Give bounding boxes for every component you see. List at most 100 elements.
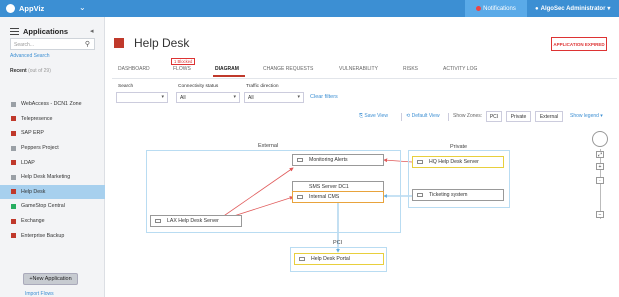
zone-toggle-private[interactable]: Private — [506, 111, 531, 122]
zoom-slider-track[interactable] — [599, 149, 601, 219]
node-help-desk-portal[interactable]: Help Desk Portal — [294, 253, 384, 265]
zone-toggle-pci[interactable]: PCI — [486, 111, 502, 122]
user-menu[interactable]: ● AlgoSec Administrator ▾ — [535, 0, 610, 17]
chevron-down-icon: ▾ — [598, 113, 603, 119]
status-square-icon — [11, 101, 16, 107]
tab-diagram[interactable]: DIAGRAM — [213, 66, 245, 77]
new-application-button[interactable]: +New Application — [23, 273, 78, 285]
appviz-logo-icon — [6, 4, 15, 13]
clear-filters-link[interactable]: Clear filters — [310, 94, 338, 100]
chevron-down-icon: ▾ — [297, 94, 300, 100]
diagram-navigation: ⤢ + · − — [592, 131, 608, 221]
collapse-icon[interactable]: ◂ — [90, 27, 94, 35]
sidebar-item[interactable]: SAP ERP — [0, 126, 105, 141]
traffic-direction-select[interactable]: All ▾ — [244, 92, 304, 103]
status-square-icon — [11, 189, 16, 195]
toolbar-divider — [401, 113, 402, 121]
sidebar-item-label: Exchange — [21, 218, 45, 225]
sidebar-item[interactable]: WebAccess - DCN1 Zone — [0, 97, 105, 112]
toolbar-divider — [448, 113, 449, 121]
advanced-search-link[interactable]: Advanced Search — [10, 53, 49, 59]
node-label: HQ Help Desk Server — [429, 159, 479, 165]
status-badge: APPLICATION EXPIRED — [551, 37, 607, 51]
zoom-out-icon[interactable]: − — [596, 211, 604, 218]
show-legend-button[interactable]: Show legend ▾ — [570, 113, 603, 119]
sidebar-item-label: Enterprise Backup — [21, 232, 65, 239]
sidebar-item-label: Help Desk Marketing — [21, 174, 71, 181]
node-lax-help-desk-server[interactable]: LAX Help Desk Server — [150, 215, 242, 227]
status-square-icon — [11, 233, 16, 239]
status-square-icon — [11, 160, 16, 166]
import-flows-link[interactable]: Import Flows — [25, 291, 54, 297]
fit-to-screen-icon[interactable]: ⤢ — [596, 151, 604, 158]
default-view-label: Default View — [411, 113, 440, 119]
sidebar-title: Applications — [23, 27, 69, 36]
tab-flows[interactable]: FLOWS — [173, 66, 191, 72]
zoom-handle-icon[interactable]: · — [596, 177, 604, 184]
search-filter-select[interactable]: ▾ — [116, 92, 168, 103]
zone-label-external: External — [258, 143, 279, 149]
alert-icon — [476, 6, 482, 11]
notifications-label: Notifications — [483, 5, 516, 12]
tab-risks[interactable]: RISKS — [403, 66, 418, 72]
server-icon — [299, 257, 305, 261]
zoom-in-icon[interactable]: + — [596, 163, 604, 170]
sidebar-item[interactable]: GameStop Central — [0, 199, 105, 214]
sidebar-item[interactable]: Telepresence — [0, 112, 105, 127]
sidebar-item-active[interactable]: Help Desk — [0, 184, 105, 200]
tab-diagram-label: DIAGRAM — [215, 66, 239, 72]
connectivity-status-select[interactable]: All ▾ — [176, 92, 240, 103]
save-view-button[interactable]: ⎘ Save View — [359, 113, 388, 119]
menu-icon[interactable] — [10, 28, 19, 35]
server-icon — [297, 195, 303, 199]
search-input[interactable]: Search... ⚲ — [10, 38, 95, 50]
sidebar-item-label: Telepresence — [21, 115, 53, 122]
sidebar-item-label: Peppers Project — [21, 145, 59, 152]
application-list: WebAccess - DCN1 Zone Telepresence SAP E… — [0, 97, 105, 243]
node-ticketing-system[interactable]: Ticketing system — [412, 189, 504, 201]
chevron-down-icon: ▾ — [161, 94, 164, 100]
zone-label-pci: PCI — [333, 240, 343, 246]
tab-vulnerability[interactable]: VULNERABILITY — [339, 66, 378, 72]
search-placeholder: Search... — [14, 42, 35, 48]
node-label: Help Desk Portal — [311, 256, 350, 262]
status-square-icon — [11, 116, 16, 122]
top-bar: AppViz ⌄ Notifications ● AlgoSec Adminis… — [0, 0, 619, 17]
search-icon[interactable]: ⚲ — [85, 40, 90, 48]
tab-dashboard[interactable]: DASHBOARD — [118, 66, 150, 72]
show-legend-label: Show legend — [570, 113, 599, 119]
node-label: LAX Help Desk Server — [167, 218, 219, 224]
sidebar-item[interactable]: LDAP — [0, 155, 105, 170]
server-icon — [155, 219, 161, 223]
app-status-icon — [114, 38, 124, 48]
node-label: SMS Server DC1 — [309, 184, 349, 190]
save-view-label: Save View — [364, 113, 388, 119]
tab-change-requests[interactable]: CHANGE REQUESTS — [263, 66, 313, 72]
sidebar-item[interactable]: Help Desk Marketing — [0, 170, 105, 185]
tab-activity-log[interactable]: ACTIVITY LOG — [443, 66, 477, 72]
connectivity-value: All — [180, 95, 186, 101]
node-hq-help-desk-server[interactable]: HQ Help Desk Server — [412, 156, 504, 168]
sidebar-item[interactable]: Exchange — [0, 214, 105, 229]
traffic-value: All — [248, 95, 254, 101]
active-tab-indicator — [213, 75, 245, 77]
node-monitoring-alerts[interactable]: Monitoring Alerts — [292, 154, 384, 166]
recent-label: Recent — [10, 68, 27, 74]
sidebar-item[interactable]: Enterprise Backup — [0, 228, 105, 243]
zone-toggle-external[interactable]: External — [535, 111, 563, 122]
notifications-button[interactable]: Notifications — [465, 0, 527, 17]
chevron-down-icon[interactable]: ⌄ — [79, 3, 86, 12]
status-square-icon — [11, 203, 16, 209]
sidebar-item[interactable]: Peppers Project — [0, 141, 105, 156]
default-view-button[interactable]: ⟲ Default View — [406, 113, 440, 119]
sidebar-item-label: WebAccess - DCN1 Zone — [21, 101, 82, 108]
show-zones-label: Show Zones: — [453, 113, 483, 119]
node-internal-cms[interactable]: Internal CMS — [292, 191, 384, 203]
node-label: Monitoring Alerts — [309, 157, 348, 163]
pan-control-icon[interactable] — [592, 131, 608, 147]
server-icon — [417, 193, 423, 197]
app-logo[interactable]: AppViz — [6, 3, 44, 14]
search-filter-label: Search — [118, 84, 134, 89]
page-title: Help Desk — [134, 36, 190, 50]
user-icon: ● — [535, 5, 539, 12]
